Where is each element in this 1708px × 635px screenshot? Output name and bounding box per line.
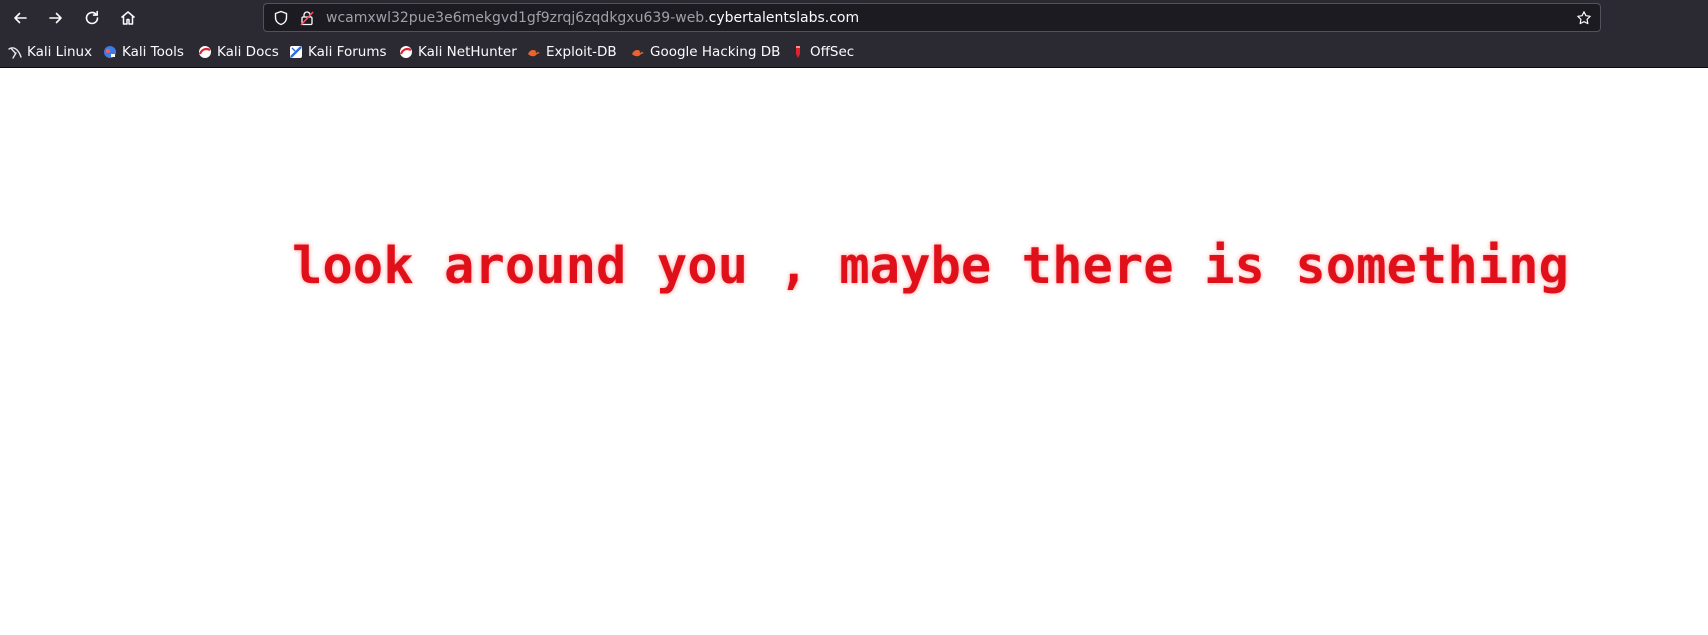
bookmark-kali-nethunter[interactable]: Kali NetHunter [399, 43, 517, 61]
back-button[interactable] [7, 5, 33, 31]
bookmark-label: OffSec [810, 44, 855, 60]
arrow-left-icon [14, 12, 27, 24]
bookmark-label: Kali Docs [217, 44, 279, 60]
kali-docs-icon [198, 46, 211, 58]
kali-dragon-icon [8, 47, 22, 59]
home-icon [121, 11, 135, 25]
bookmarks-toolbar: Kali Linux Kali Tools Kali Docs Kali For… [0, 35, 1708, 68]
offsec-icon [796, 46, 800, 58]
kali-forums-icon [290, 46, 302, 58]
exploit-db-icon [528, 50, 540, 57]
url-text[interactable]: wcamxwl32pue3e6mekgvd1gf9zrqj6zqdkgxu639… [326, 10, 859, 26]
bookmark-kali-docs[interactable]: Kali Docs [198, 43, 279, 61]
bookmark-label: Google Hacking DB [650, 44, 781, 60]
forward-button[interactable] [43, 5, 69, 31]
url-domain: cybertalentslabs.com [708, 10, 860, 26]
home-button[interactable] [115, 5, 141, 31]
address-bar[interactable]: wcamxwl32pue3e6mekgvd1gf9zrqj6zqdkgxu639… [263, 3, 1601, 32]
bookmark-kali-forums[interactable]: Kali Forums [289, 43, 387, 61]
bookmark-kali-tools[interactable]: Kali Tools [103, 43, 184, 61]
bookmark-label: Kali Forums [308, 44, 387, 60]
star-icon[interactable] [1576, 10, 1592, 26]
ghdb-icon [632, 50, 644, 57]
arrow-right-icon [49, 12, 62, 24]
browser-toolbar: wcamxwl32pue3e6mekgvd1gf9zrqj6zqdkgxu639… [0, 0, 1708, 35]
shield-icon[interactable] [273, 10, 289, 26]
bookmark-label: Kali Tools [122, 44, 184, 60]
kali-nethunter-icon [399, 46, 412, 58]
bookmark-kali-linux[interactable]: Kali Linux [8, 43, 92, 61]
bookmark-label: Kali Linux [27, 44, 93, 60]
url-subdomain: wcamxwl32pue3e6mekgvd1gf9zrqj6zqdkgxu639… [326, 10, 709, 26]
page-content: look around you , maybe there is somethi… [0, 68, 1708, 635]
bookmark-google-hacking-db[interactable]: Google Hacking DB [631, 43, 780, 61]
insecure-lock-icon[interactable] [299, 10, 315, 26]
reload-button[interactable] [79, 5, 105, 31]
bookmark-offsec[interactable]: OffSec [791, 43, 854, 61]
bookmark-label: Kali NetHunter [418, 44, 517, 60]
kali-tools-icon [104, 46, 116, 58]
bookmark-exploit-db[interactable]: Exploit-DB [527, 43, 617, 61]
bookmark-label: Exploit-DB [546, 44, 617, 60]
reload-icon [85, 10, 99, 25]
page-message: look around you , maybe there is somethi… [292, 236, 1569, 295]
